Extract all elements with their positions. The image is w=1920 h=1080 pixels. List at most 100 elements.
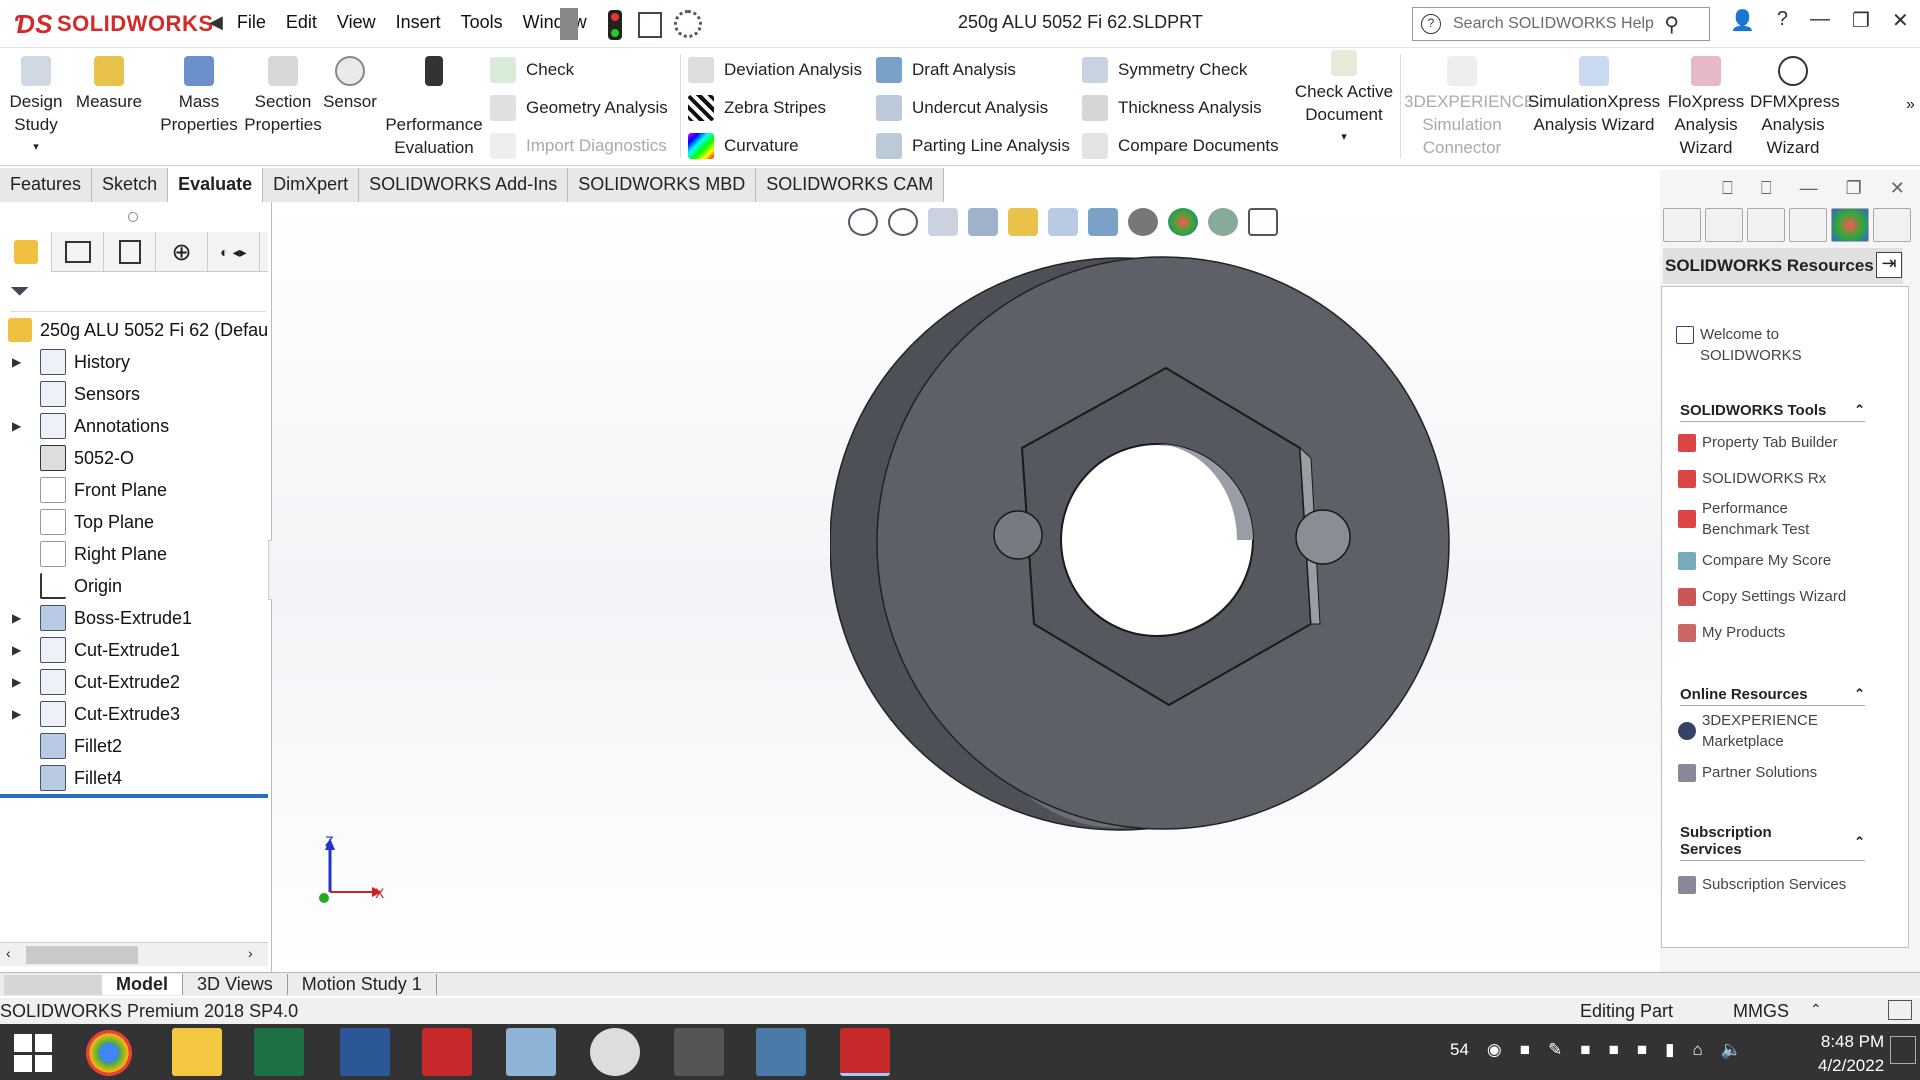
- solidworks-active-icon[interactable]: [840, 1028, 890, 1076]
- status-help-icon[interactable]: [1888, 1000, 1912, 1020]
- deviation-analysis-button[interactable]: Deviation Analysis: [688, 56, 862, 84]
- menu-file[interactable]: File: [227, 12, 276, 33]
- user-icon[interactable]: 👤: [1730, 8, 1755, 33]
- curvature-button[interactable]: Curvature: [688, 132, 799, 160]
- battery-icon[interactable]: ▮: [1665, 1040, 1674, 1060]
- tree-item-cut-extrude1[interactable]: ▶ Cut-Extrude1: [0, 634, 180, 666]
- measure-button[interactable]: Measure: [74, 56, 144, 113]
- expand-icon[interactable]: ▶: [12, 707, 26, 721]
- solidworks-tray-icon[interactable]: ■: [1520, 1040, 1530, 1060]
- tools-link-my-products[interactable]: My Products: [1678, 622, 1785, 643]
- thickness-analysis-button[interactable]: Thickness Analysis: [1082, 94, 1262, 122]
- file-explorer-taskbar-icon[interactable]: [172, 1028, 222, 1076]
- word-icon[interactable]: [340, 1028, 390, 1076]
- tree-root[interactable]: 250g ALU 5052 Fi 62 (Defau: [0, 314, 268, 346]
- tools-link-solidworks-rx[interactable]: SOLIDWORKS Rx: [1678, 468, 1826, 489]
- photos-icon[interactable]: [756, 1028, 806, 1076]
- unit-system[interactable]: MMGS: [1733, 1001, 1789, 1022]
- solidworks-logo[interactable]: ƊS SOLIDWORKS: [14, 6, 214, 42]
- sensor-button[interactable]: Sensor: [322, 56, 378, 113]
- mass-properties-button[interactable]: Mass Properties: [160, 56, 238, 136]
- menu-insert[interactable]: Insert: [386, 12, 451, 33]
- excel-icon[interactable]: [254, 1028, 304, 1076]
- expand-icon[interactable]: ▶: [12, 611, 26, 625]
- expand-icon[interactable]: ▶: [12, 355, 26, 369]
- dynamic-annotation-icon[interactable]: [1008, 208, 1038, 236]
- part-model[interactable]: [830, 248, 1460, 848]
- expand-icon[interactable]: ▶: [12, 675, 26, 689]
- tp-minimize-icon[interactable]: —: [1800, 178, 1818, 199]
- tools-link-property-tab-builder[interactable]: Property Tab Builder: [1678, 432, 1838, 453]
- previous-view-icon[interactable]: [928, 208, 958, 236]
- tab-navigation-arrows[interactable]: [4, 974, 102, 995]
- view-orientation-icon[interactable]: [1048, 208, 1078, 236]
- pen-icon[interactable]: ✎: [1548, 1040, 1562, 1060]
- tree-item-origin[interactable]: Origin: [0, 570, 122, 602]
- snipping-tool-icon[interactable]: [590, 1028, 640, 1076]
- notifications-icon[interactable]: [1890, 1036, 1916, 1064]
- tools-link-performance-benchmark[interactable]: Performance Benchmark Test: [1678, 498, 1848, 540]
- network-icon[interactable]: ⌂: [1693, 1040, 1703, 1060]
- nvidia-icon[interactable]: ■: [1637, 1040, 1647, 1060]
- horizontal-scrollbar[interactable]: ‹ ›: [0, 942, 268, 966]
- menu-window[interactable]: Window: [513, 12, 597, 33]
- tree-item-history[interactable]: ▶ History: [0, 346, 130, 378]
- file-properties-icon[interactable]: [638, 12, 662, 38]
- design-study-button[interactable]: Design Study ▾: [8, 56, 64, 159]
- tab-3d-views[interactable]: 3D Views: [183, 974, 288, 995]
- dimxpert-manager-tab[interactable]: ⊕: [156, 232, 208, 272]
- subscription-section-header[interactable]: Subscription Services ⌃: [1680, 824, 1865, 861]
- zebra-stripes-button[interactable]: Zebra Stripes: [688, 94, 826, 122]
- zoom-to-area-icon[interactable]: [888, 208, 918, 236]
- expand-icon[interactable]: ▶: [12, 419, 26, 433]
- tab-motion-study[interactable]: Motion Study 1: [288, 974, 437, 995]
- help-menu-icon[interactable]: ?: [1777, 8, 1788, 33]
- menu-tools[interactable]: Tools: [451, 12, 513, 33]
- search-input[interactable]: ? Search SOLIDWORKS Help ⚲: [1412, 7, 1710, 41]
- design-library-icon[interactable]: [1705, 208, 1743, 242]
- import-diagnostics-button[interactable]: Import Diagnostics: [490, 132, 667, 160]
- panel-grip-icon[interactable]: [128, 212, 138, 222]
- collapse-icon[interactable]: ⌃: [1854, 686, 1865, 702]
- dock-right-icon[interactable]: ⎕: [1761, 178, 1772, 199]
- tools-section-header[interactable]: SOLIDWORKS Tools ⌃: [1680, 402, 1865, 422]
- menu-edit[interactable]: Edit: [276, 12, 327, 33]
- close-icon[interactable]: ✕: [1892, 8, 1909, 33]
- section-properties-button[interactable]: Section Properties: [244, 56, 322, 136]
- volume-icon[interactable]: 🔈: [1721, 1040, 1742, 1060]
- edit-appearance-icon[interactable]: [1168, 208, 1198, 236]
- restore-icon[interactable]: ❐: [1852, 8, 1870, 33]
- expand-icon[interactable]: ▶: [12, 643, 26, 657]
- check-button[interactable]: Check: [490, 56, 574, 84]
- tools-link-copy-settings[interactable]: Copy Settings Wizard: [1678, 586, 1846, 607]
- ribbon-more-icon[interactable]: »: [1906, 96, 1915, 114]
- minimize-icon[interactable]: —: [1810, 8, 1830, 33]
- online-link-partner-solutions[interactable]: Partner Solutions: [1678, 762, 1817, 783]
- chrome-icon[interactable]: [86, 1030, 132, 1076]
- tree-item-annotations[interactable]: ▶ Annotations: [0, 410, 169, 442]
- dfmxpress-button[interactable]: DFMXpress Analysis Wizard: [1750, 56, 1840, 159]
- options-gear-icon[interactable]: [674, 10, 702, 38]
- parting-line-analysis-button[interactable]: Parting Line Analysis: [876, 132, 1070, 160]
- check-active-document-button[interactable]: Check Active Document ▾: [1292, 50, 1396, 149]
- tree-item-cut-extrude2[interactable]: ▶ Cut-Extrude2: [0, 666, 180, 698]
- tab-mbd[interactable]: SOLIDWORKS MBD: [568, 168, 757, 202]
- calculator-icon[interactable]: [506, 1028, 556, 1076]
- start-icon[interactable]: [14, 1034, 52, 1072]
- tab-evaluate[interactable]: Evaluate: [168, 168, 264, 202]
- collapse-icon[interactable]: ⌃: [1854, 402, 1865, 418]
- property-manager-tab[interactable]: [52, 232, 104, 272]
- undercut-analysis-button[interactable]: Undercut Analysis: [876, 94, 1048, 122]
- hide-show-items-icon[interactable]: [1128, 208, 1158, 236]
- tray-count[interactable]: 54: [1450, 1040, 1469, 1060]
- tree-item-material[interactable]: 5052-O: [0, 442, 134, 474]
- pin-icon[interactable]: ⇥: [1876, 252, 1902, 278]
- tree-item-fillet2[interactable]: Fillet2: [0, 730, 122, 762]
- tp-close-icon[interactable]: ✕: [1890, 178, 1905, 199]
- tp-maximize-icon[interactable]: ❐: [1846, 178, 1862, 199]
- tab-dimxpert[interactable]: DimXpert: [263, 168, 360, 202]
- tree-item-sensors[interactable]: Sensors: [0, 378, 140, 410]
- tab-sketch[interactable]: Sketch: [92, 168, 169, 202]
- zoom-to-fit-icon[interactable]: [848, 208, 878, 236]
- symmetry-check-button[interactable]: Symmetry Check: [1082, 56, 1247, 84]
